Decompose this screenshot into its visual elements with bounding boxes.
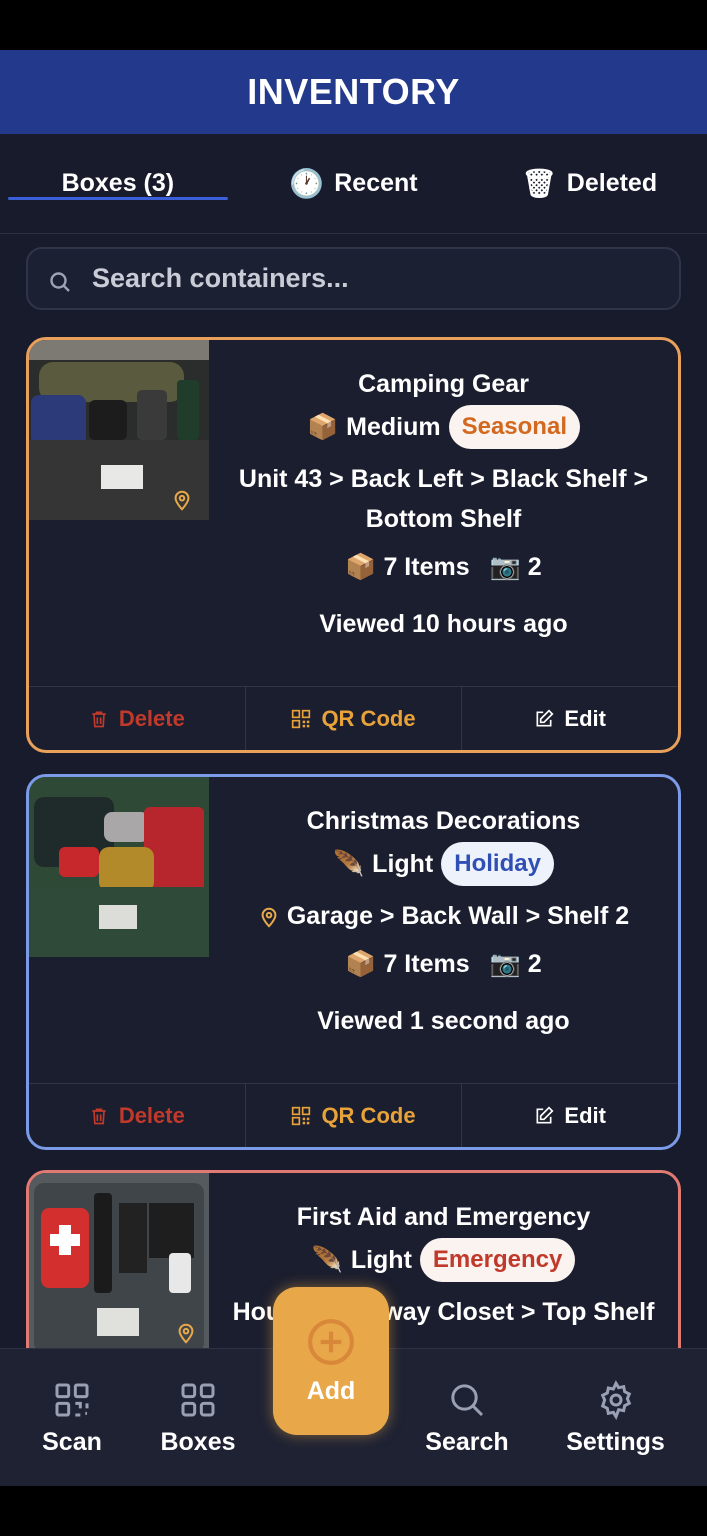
gear-icon [600,1379,631,1420]
camera-icon: 📷 [489,950,521,978]
last-viewed: Viewed 10 hours ago [319,610,568,638]
tab-boxes[interactable]: Boxes (3) [0,134,236,233]
page-title: INVENTORY [247,71,460,112]
photo-count: 2 [527,950,542,978]
tab-bar: Boxes (3) 🕐 Recent 🗑 Deleted [0,134,707,234]
tab-deleted[interactable]: 🗑 Deleted [471,134,707,233]
card-actions: Delete QR Code Edit [29,686,678,750]
item-count: 7 Items [383,950,470,978]
search-input[interactable] [92,263,652,294]
container-photo [29,777,209,957]
edit-icon [536,1105,554,1123]
location-pin-icon [178,1323,193,1344]
delete-button[interactable]: Delete [29,687,246,750]
location-pin-icon [261,908,277,929]
search-bar [26,247,681,310]
edit-button[interactable]: Edit [462,1084,678,1147]
tab-boxes-label: Boxes (3) [61,169,175,197]
nav-settings[interactable]: Settings [558,1349,673,1486]
qr-code-icon [292,709,311,728]
trash-icon: 🗑 [521,168,557,199]
add-button[interactable]: Add [273,1287,389,1435]
item-count: 7 Items [383,553,470,581]
search-icon [451,1383,484,1416]
last-viewed: Viewed 1 second ago [317,1007,570,1035]
container-size: Light [372,849,434,878]
nav-boxes[interactable]: Boxes [155,1349,241,1486]
tab-recent[interactable]: 🕐 Recent [236,134,472,233]
qr-code-button[interactable]: QR Code [246,687,463,750]
tab-recent-label: Recent [334,169,418,197]
search-icon [50,271,70,292]
container-card[interactable]: Camping Gear 📦 Medium Seasonal Unit 43 >… [26,337,681,753]
clock-icon: 🕐 [289,168,325,199]
container-location: Unit 43 > Back Left > Black Shelf > Bott… [238,465,649,533]
container-size: Medium [346,412,441,441]
container-title: First Aid and Emergency [296,1203,591,1231]
qr-code-icon [292,1106,311,1125]
qr-code-button[interactable]: QR Code [246,1084,463,1147]
category-badge: Holiday [441,842,554,886]
category-badge: Seasonal [448,405,580,449]
box-icon: 📦 [345,553,377,581]
trash-icon [92,711,106,727]
delete-button[interactable]: Delete [29,1084,246,1147]
box-icon: 📦 [345,950,377,978]
header: INVENTORY [0,50,707,134]
container-title: Christmas Decorations [306,807,581,835]
container-size: Light [350,1245,412,1274]
feather-icon: 🪶 [333,849,365,878]
grid-icon [181,1383,215,1416]
container-location: Garage > Back Wall > Shelf 2 [286,902,630,930]
category-badge: Emergency [419,1238,576,1282]
plus-circle-icon [308,1318,354,1365]
trash-icon [92,1108,106,1124]
photo-count: 2 [527,553,542,581]
tab-deleted-label: Deleted [566,169,658,197]
location-pin-icon [174,490,190,511]
card-actions: Delete QR Code Edit [29,1083,678,1147]
edit-button[interactable]: Edit [462,687,678,750]
qr-scan-icon [55,1383,89,1416]
feather-icon: 🪶 [311,1245,343,1274]
container-card[interactable]: Christmas Decorations 🪶 Light Holiday Ga… [26,774,681,1150]
box-icon: 📦 [307,412,339,441]
edit-icon [536,708,554,726]
camera-icon: 📷 [489,553,521,581]
nav-search[interactable]: Search [417,1349,517,1486]
container-title: Camping Gear [358,370,529,398]
app-screen: INVENTORY Boxes (3) 🕐 Recent 🗑 Deleted S… [0,50,707,1486]
nav-scan[interactable]: Scan [32,1349,112,1486]
